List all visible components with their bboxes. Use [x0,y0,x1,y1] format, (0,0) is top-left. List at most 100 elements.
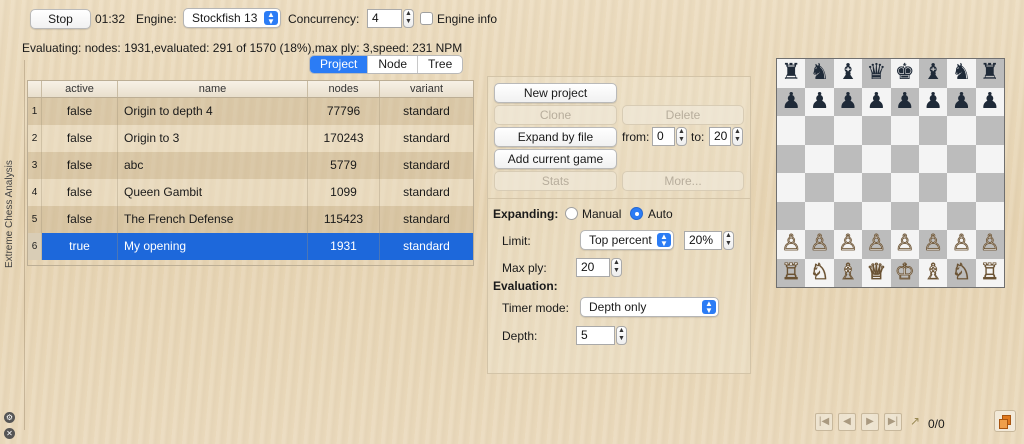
board-square[interactable]: ♙ [890,230,919,259]
table-row[interactable]: 5 false The French Defense 115423 standa… [28,206,473,233]
board-square[interactable]: ♟ [862,87,891,116]
limit-mode-select[interactable]: Top percent ▲ ▼ [580,230,674,250]
board-square[interactable] [975,201,1004,230]
white-piece[interactable]: ♙ [923,232,944,255]
board-square[interactable]: ♙ [777,230,806,259]
board-square[interactable]: ♙ [975,230,1004,259]
black-piece[interactable]: ♟ [980,90,1000,113]
move-arrow-icon[interactable]: ↗ [910,414,920,428]
board-square[interactable]: ♘ [805,258,834,287]
board-square[interactable] [833,173,863,202]
board-square[interactable] [805,173,834,202]
board-square[interactable] [918,144,948,173]
black-piece[interactable]: ♟ [895,90,915,113]
add-current-game-button[interactable]: Add current game [494,149,617,169]
column-header-name[interactable]: name [118,81,308,97]
depth-stepper[interactable]: ▲ ▼ [616,326,627,345]
chess-board[interactable]: ♜ ♞ ♝ ♛ ♚ ♝ ♞ ♜ ♟ ♟ ♟ ♟ ♟ ♟ ♟ ♟ ♙ ♙ ♙ ♙ ♙ ♙ ♙ ♙ ♖ ♘ ♗ ♕ ♔ ♗ ♘ ♖ [776,58,1005,288]
table-row[interactable]: 4 false Queen Gambit 1099 standard [28,179,473,206]
board-square[interactable]: ♝ [833,59,863,88]
board-square[interactable]: ♟ [890,87,919,116]
timer-mode-select[interactable]: Depth only ▲ ▼ [580,297,719,317]
black-piece[interactable]: ♜ [980,62,1000,84]
from-field[interactable]: 0 [652,127,675,146]
board-square[interactable]: ♟ [918,87,948,116]
black-piece[interactable]: ♟ [838,90,858,113]
board-square[interactable]: ♚ [890,59,919,88]
board-square[interactable]: ♙ [833,230,863,259]
tab-project[interactable]: Project [310,56,368,73]
black-piece[interactable]: ♚ [895,62,915,84]
board-square[interactable] [805,201,834,230]
board-square[interactable] [862,173,891,202]
black-piece[interactable]: ♞ [952,62,972,84]
board-square[interactable]: ♙ [805,230,834,259]
board-square[interactable] [975,144,1004,173]
board-square[interactable]: ♙ [918,230,948,259]
table-row-selected[interactable]: 6 true My opening 1931 standard [28,233,473,260]
board-square[interactable] [833,201,863,230]
board-square[interactable] [890,201,919,230]
board-square[interactable] [918,116,948,145]
white-piece[interactable]: ♖ [781,261,802,284]
board-square[interactable] [805,116,834,145]
max-ply-stepper[interactable]: ▲ ▼ [611,258,622,277]
white-piece[interactable]: ♙ [838,232,859,255]
black-piece[interactable]: ♞ [810,62,830,84]
black-piece[interactable]: ♜ [781,62,801,84]
board-square[interactable] [890,116,919,145]
board-square[interactable]: ♜ [777,59,806,88]
board-square[interactable]: ♖ [777,258,806,287]
copy-icon[interactable] [994,410,1016,432]
board-square[interactable] [947,116,976,145]
board-square[interactable] [918,201,948,230]
concurrency-stepper[interactable]: ▲ ▼ [403,9,414,28]
more-button[interactable]: More... [622,171,744,191]
to-field[interactable]: 20 [709,127,731,146]
from-stepper[interactable]: ▲ ▼ [676,127,687,146]
column-header-active[interactable]: active [42,81,118,97]
board-square[interactable]: ♞ [947,59,976,88]
board-square[interactable]: ♟ [833,87,863,116]
black-piece[interactable]: ♟ [866,90,886,113]
board-square[interactable] [777,173,806,202]
expand-by-file-button[interactable]: Expand by file [494,127,617,147]
white-piece[interactable]: ♙ [894,232,915,255]
board-square[interactable]: ♗ [833,258,863,287]
table-row[interactable]: 3 false abc 5779 standard [28,152,473,179]
concurrency-field[interactable]: 4 [367,9,402,28]
white-piece[interactable]: ♙ [951,232,972,255]
white-piece[interactable]: ♙ [809,232,830,255]
black-piece[interactable]: ♟ [781,90,801,113]
board-square[interactable] [833,144,863,173]
black-piece[interactable]: ♟ [923,90,943,113]
board-square[interactable] [947,144,976,173]
engine-info-checkbox[interactable] [420,12,433,25]
stats-button[interactable]: Stats [494,171,617,191]
sidebar-settings-icon[interactable]: ⚙ [4,412,15,423]
white-piece[interactable]: ♘ [809,261,830,284]
board-square[interactable]: ♙ [947,230,976,259]
white-piece[interactable]: ♗ [923,261,944,284]
board-square[interactable] [805,144,834,173]
black-piece[interactable]: ♟ [952,90,972,113]
column-header-variant[interactable]: variant [380,81,473,97]
sidebar-close-icon[interactable]: ✕ [4,428,15,439]
board-square[interactable]: ♗ [918,258,948,287]
max-ply-field[interactable]: 20 [576,258,610,277]
table-row[interactable]: 2 false Origin to 3 170243 standard [28,125,473,152]
board-square[interactable] [947,173,976,202]
board-square[interactable]: ♜ [975,59,1004,88]
board-square[interactable] [777,144,806,173]
board-square[interactable] [862,144,891,173]
board-square[interactable] [862,116,891,145]
black-piece[interactable]: ♝ [838,62,858,84]
stop-button[interactable]: Stop [30,9,91,29]
tab-tree[interactable]: Tree [417,56,462,73]
board-square[interactable] [777,201,806,230]
board-square[interactable] [975,116,1004,145]
next-move-icon[interactable]: ▶ [861,413,879,431]
white-piece[interactable]: ♗ [838,261,859,284]
first-move-icon[interactable]: |◀ [815,413,833,431]
board-square[interactable]: ♘ [947,258,976,287]
